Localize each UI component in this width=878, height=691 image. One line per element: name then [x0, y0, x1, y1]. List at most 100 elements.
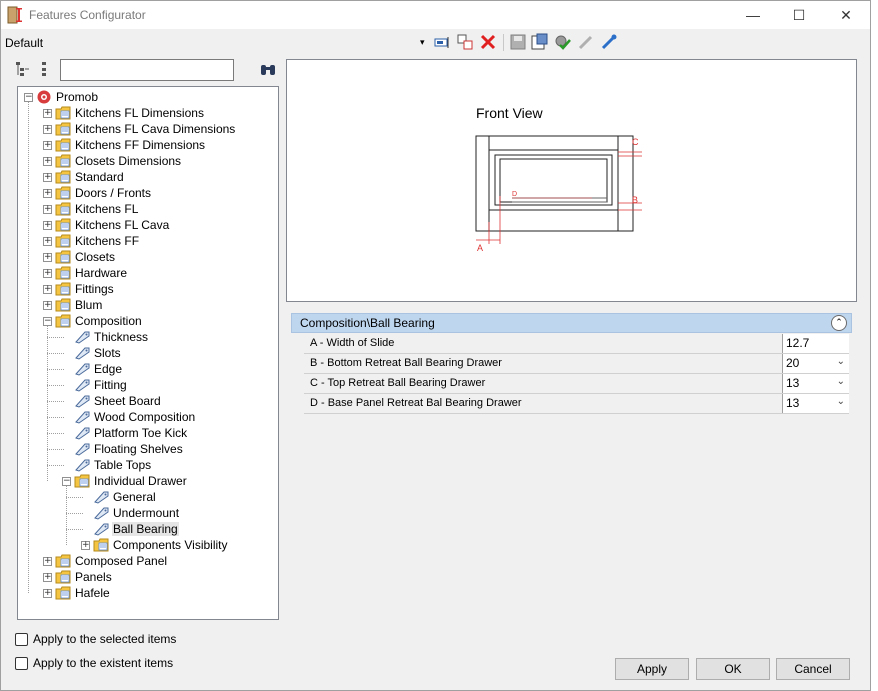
tree-node-label[interactable]: Hardware	[74, 266, 128, 280]
search-input[interactable]	[60, 59, 234, 81]
expand-icon[interactable]: +	[43, 284, 52, 294]
tree-node[interactable]: + Kitchens FL Cava	[43, 217, 170, 233]
tools-icon[interactable]	[600, 33, 618, 51]
tree-node[interactable]: + Fittings	[43, 281, 115, 297]
tree-node[interactable]: + Closets	[43, 249, 116, 265]
tree-node[interactable]: + Kitchens FF Dimensions	[43, 137, 206, 153]
apply-button[interactable]: Apply	[615, 658, 689, 680]
tree-node[interactable]: + Panels	[43, 569, 113, 585]
collapse-icon[interactable]: −	[62, 476, 71, 486]
checkbox-box[interactable]	[15, 632, 28, 646]
tree-node-label[interactable]: Edge	[93, 362, 123, 376]
tools-disabled-icon[interactable]	[577, 33, 595, 51]
rename-icon[interactable]	[433, 33, 451, 51]
tree-node[interactable]: Thickness	[62, 329, 149, 345]
dropdown-caret-icon[interactable]: ▾	[420, 37, 425, 48]
settings-check-icon[interactable]	[553, 33, 571, 51]
tree-node[interactable]: Fitting	[62, 377, 128, 393]
tree-node-label[interactable]: Wood Composition	[93, 410, 196, 424]
tree-node[interactable]: + Kitchens FL	[43, 201, 139, 217]
expand-icon[interactable]: +	[43, 220, 52, 230]
chevron-down-icon[interactable]: ⌄	[837, 376, 845, 387]
tree-node[interactable]: + Hafele	[43, 585, 111, 601]
tree-node-label[interactable]: Blum	[74, 298, 103, 312]
expand-icon[interactable]: +	[43, 588, 52, 598]
minimize-button[interactable]: —	[730, 1, 776, 29]
expand-icon[interactable]: +	[43, 252, 52, 262]
tree-node[interactable]: Platform Toe Kick	[62, 425, 188, 441]
expand-icon[interactable]: +	[43, 204, 52, 214]
tree-node-label[interactable]: Kitchens FF	[74, 234, 140, 248]
expand-icon[interactable]: +	[43, 188, 52, 198]
tree-node-label[interactable]: Floating Shelves	[93, 442, 184, 456]
tree-node-label[interactable]: Slots	[93, 346, 122, 360]
maximize-button[interactable]: ☐	[776, 1, 822, 29]
tree-node[interactable]: + Kitchens FL Cava Dimensions	[43, 121, 236, 137]
checkbox-box[interactable]	[15, 656, 28, 670]
expand-icon[interactable]: +	[81, 540, 90, 550]
tree-node[interactable]: Floating Shelves	[62, 441, 184, 457]
tree-node-label[interactable]: Doors / Fronts	[74, 186, 152, 200]
tree-node[interactable]: Wood Composition	[62, 409, 196, 425]
expand-icon[interactable]: +	[43, 172, 52, 182]
tree-node[interactable]: + Standard	[43, 169, 125, 185]
tree-node-label[interactable]: Composed Panel	[74, 554, 168, 568]
tree-node[interactable]: + Closets Dimensions	[43, 153, 182, 169]
tree-node-label[interactable]: Hafele	[74, 586, 111, 600]
expand-icon[interactable]: +	[43, 268, 52, 278]
property-value-select[interactable]: 13 ⌄	[782, 394, 849, 413]
tree-node-label[interactable]: Promob	[55, 90, 99, 104]
tree-node-label[interactable]: Sheet Board	[93, 394, 162, 408]
expand-icon[interactable]: +	[43, 108, 52, 118]
tree-node-label[interactable]: Closets	[74, 250, 116, 264]
tree-node-label[interactable]: Individual Drawer	[93, 474, 188, 488]
tree-node-label[interactable]: Kitchens FL Cava Dimensions	[74, 122, 236, 136]
expand-all-icon[interactable]	[16, 62, 29, 76]
tree-node-label[interactable]: Thickness	[93, 330, 149, 344]
apply-selected-checkbox[interactable]: Apply to the selected items	[15, 632, 176, 646]
tree-node-label[interactable]: Kitchens FL	[74, 202, 139, 216]
tree-node-label[interactable]: Kitchens FF Dimensions	[74, 138, 206, 152]
collapse-all-icon[interactable]	[42, 62, 46, 76]
tree-node[interactable]: + Components Visibility	[81, 537, 229, 553]
tree-node[interactable]: + Doors / Fronts	[43, 185, 152, 201]
tree-node-label[interactable]: Kitchens FL Cava	[74, 218, 170, 232]
close-window-button[interactable]: ✕	[823, 1, 869, 29]
expand-icon[interactable]: +	[43, 140, 52, 150]
tree-node-label[interactable]: General	[112, 490, 157, 504]
property-value-select[interactable]: 13 ⌄	[782, 374, 849, 393]
tree-node[interactable]: − Individual Drawer	[62, 473, 188, 489]
tree-node[interactable]: + Hardware	[43, 265, 128, 281]
tree-node[interactable]: General	[81, 489, 157, 505]
collapse-icon[interactable]: ⌃	[831, 315, 847, 331]
tree-node-label[interactable]: Ball Bearing	[112, 522, 179, 536]
tree-node[interactable]: + Kitchens FF	[43, 233, 140, 249]
import-icon[interactable]	[531, 33, 549, 51]
tree-node-label[interactable]: Closets Dimensions	[74, 154, 182, 168]
delete-icon[interactable]	[479, 33, 497, 51]
tree-node[interactable]: + Blum	[43, 297, 103, 313]
tree-node[interactable]: + Kitchens FL Dimensions	[43, 105, 205, 121]
feature-tree[interactable]: − Promob + Kitchens FL Dimensions + Kitchens …	[17, 86, 279, 620]
collapse-icon[interactable]: −	[43, 316, 52, 326]
expand-icon[interactable]: +	[43, 156, 52, 166]
tree-node[interactable]: + Composed Panel	[43, 553, 168, 569]
apply-existent-checkbox[interactable]: Apply to the existent items	[15, 656, 173, 670]
tree-node-label[interactable]: Standard	[74, 170, 125, 184]
tree-node[interactable]: Edge	[62, 361, 123, 377]
tree-node[interactable]: Ball Bearing	[81, 521, 179, 537]
tree-node-label[interactable]: Fittings	[74, 282, 115, 296]
property-value-input[interactable]: 12.7	[782, 334, 849, 353]
tree-node-label[interactable]: Panels	[74, 570, 113, 584]
tree-node[interactable]: − Composition	[43, 313, 143, 329]
collapse-icon[interactable]: −	[24, 92, 33, 102]
tree-node-label[interactable]: Undermount	[112, 506, 180, 520]
binoculars-icon[interactable]	[259, 62, 277, 78]
tree-node-label[interactable]: Composition	[74, 314, 143, 328]
tree-node-label[interactable]: Kitchens FL Dimensions	[74, 106, 205, 120]
expand-icon[interactable]: +	[43, 300, 52, 310]
tree-node-label[interactable]: Table Tops	[93, 458, 152, 472]
expand-icon[interactable]: +	[43, 556, 52, 566]
ok-button[interactable]: OK	[696, 658, 770, 680]
tree-node[interactable]: Table Tops	[62, 457, 152, 473]
